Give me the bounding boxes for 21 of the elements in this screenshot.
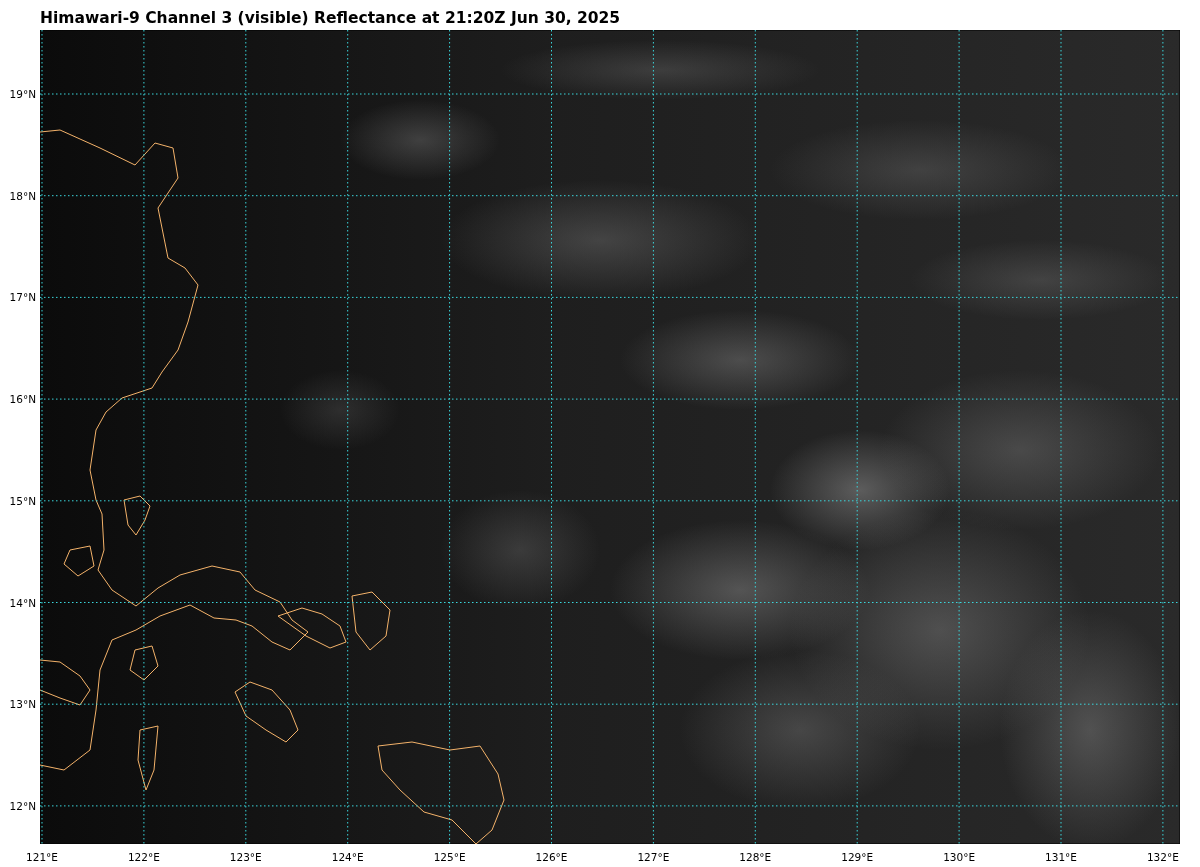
longitude-label: 123°E [228, 851, 263, 863]
longitude-label: 126°E [534, 851, 569, 863]
longitude-label: 128°E [738, 851, 773, 863]
longitude-label: 124°E [330, 851, 365, 863]
longitude-label: 130°E [942, 851, 977, 863]
longitude-label: 125°E [432, 851, 467, 863]
latitude-label: 13°N [9, 698, 36, 711]
longitude-label: 127°E [636, 851, 671, 863]
latitude-label: 18°N [9, 189, 36, 202]
longitude-label: 122°E [126, 851, 161, 863]
longitude-label: 121°E [25, 851, 59, 863]
latitude-label: 19°N [9, 88, 36, 100]
latitude-label: 12°N [9, 799, 36, 812]
chart-title: Himawari-9 Channel 3 (visible) Reflectance at 21:20Z Jun 30, 2025 [39, 8, 622, 29]
longitude-label: 132°E [1145, 851, 1180, 863]
latitude-label: 14°N [9, 596, 36, 609]
longitude-label: 131°E [1044, 851, 1078, 863]
latitude-label: 15°N [9, 494, 36, 507]
latitude-label: 17°N [9, 291, 36, 304]
latitude-label: 16°N [9, 393, 36, 406]
longitude-label: 129°E [840, 851, 875, 863]
